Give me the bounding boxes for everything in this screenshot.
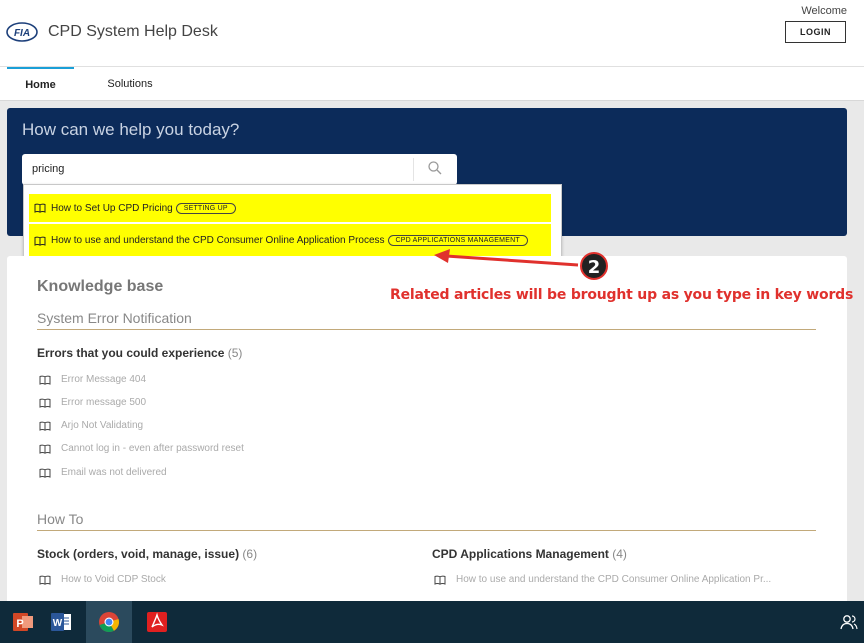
- category-count: (6): [242, 547, 258, 561]
- section-title[interactable]: How To: [37, 511, 83, 527]
- suggestion-item[interactable]: How to Set Up CPD Pricing SETTING UP: [29, 194, 551, 222]
- section-divider: [37, 329, 816, 330]
- search-input-value[interactable]: pricing: [32, 163, 64, 175]
- article-link[interactable]: How to use and understand the CPD Consum…: [434, 574, 771, 585]
- os-taskbar: P W: [0, 601, 864, 643]
- welcome-text: Welcome: [801, 5, 847, 17]
- annotation-text: Related articles will be brought up as y…: [390, 287, 854, 303]
- people-icon[interactable]: [840, 613, 858, 631]
- acrobat-icon[interactable]: [134, 601, 180, 643]
- category-count: (5): [227, 346, 243, 360]
- word-icon[interactable]: W: [38, 601, 84, 643]
- svg-text:P: P: [16, 618, 23, 630]
- section-title[interactable]: System Error Notification: [37, 310, 192, 326]
- book-icon: [434, 575, 446, 585]
- tab-home[interactable]: Home: [7, 67, 74, 100]
- book-icon: [39, 444, 51, 454]
- category-badge: CPD APPLICATIONS MANAGEMENT: [387, 235, 528, 246]
- logo-text: FIA: [14, 28, 30, 39]
- category-title[interactable]: CPD Applications Management (4): [432, 547, 627, 561]
- book-icon: [39, 398, 51, 408]
- book-icon: [34, 236, 46, 246]
- article-link[interactable]: Error message 500: [39, 397, 146, 408]
- search-input[interactable]: pricing: [22, 154, 457, 185]
- book-icon: [39, 421, 51, 431]
- fia-logo[interactable]: FIA: [6, 22, 38, 42]
- suggestion-title[interactable]: How to use and understand the CPD Consum…: [51, 235, 385, 246]
- knowledge-base-panel: Knowledge base System Error Notification…: [7, 256, 847, 606]
- tab-solutions[interactable]: Solutions: [98, 67, 162, 100]
- article-link[interactable]: Error Message 404: [39, 374, 146, 385]
- category-badge: SETTING UP: [175, 202, 236, 214]
- book-icon: [39, 468, 51, 478]
- article-link[interactable]: Email was not delivered: [39, 467, 167, 478]
- suggestion-item[interactable]: How to use and understand the CPD Consum…: [29, 224, 551, 257]
- section-divider: [37, 530, 816, 531]
- article-link[interactable]: How to Void CDP Stock: [39, 574, 166, 585]
- kb-title: Knowledge base: [37, 278, 164, 295]
- app-title[interactable]: CPD System Help Desk: [48, 23, 218, 41]
- category-title[interactable]: Stock (orders, void, manage, issue) (6): [37, 547, 257, 561]
- search-suggestions: How to Set Up CPD Pricing SETTING UP How…: [23, 184, 562, 262]
- category-count: (4): [612, 547, 627, 561]
- chrome-icon[interactable]: [86, 601, 132, 643]
- login-button[interactable]: LOGIN: [785, 21, 846, 43]
- article-link[interactable]: Arjo Not Validating: [39, 420, 143, 431]
- main-nav: Home Solutions: [0, 67, 864, 101]
- book-icon: [34, 203, 46, 213]
- search-divider: [413, 158, 414, 181]
- suggestion-title[interactable]: How to Set Up CPD Pricing: [51, 203, 173, 214]
- book-icon: [39, 575, 51, 585]
- book-icon: [39, 375, 51, 385]
- site-header: FIA CPD System Help Desk Welcome LOGIN: [0, 0, 864, 67]
- article-link[interactable]: Cannot log in - even after password rese…: [39, 443, 244, 454]
- hero-title: How can we help you today?: [22, 120, 240, 139]
- svg-text:W: W: [53, 618, 63, 629]
- category-title[interactable]: Errors that you could experience (5): [37, 346, 242, 360]
- magnifier-icon[interactable]: [427, 160, 443, 176]
